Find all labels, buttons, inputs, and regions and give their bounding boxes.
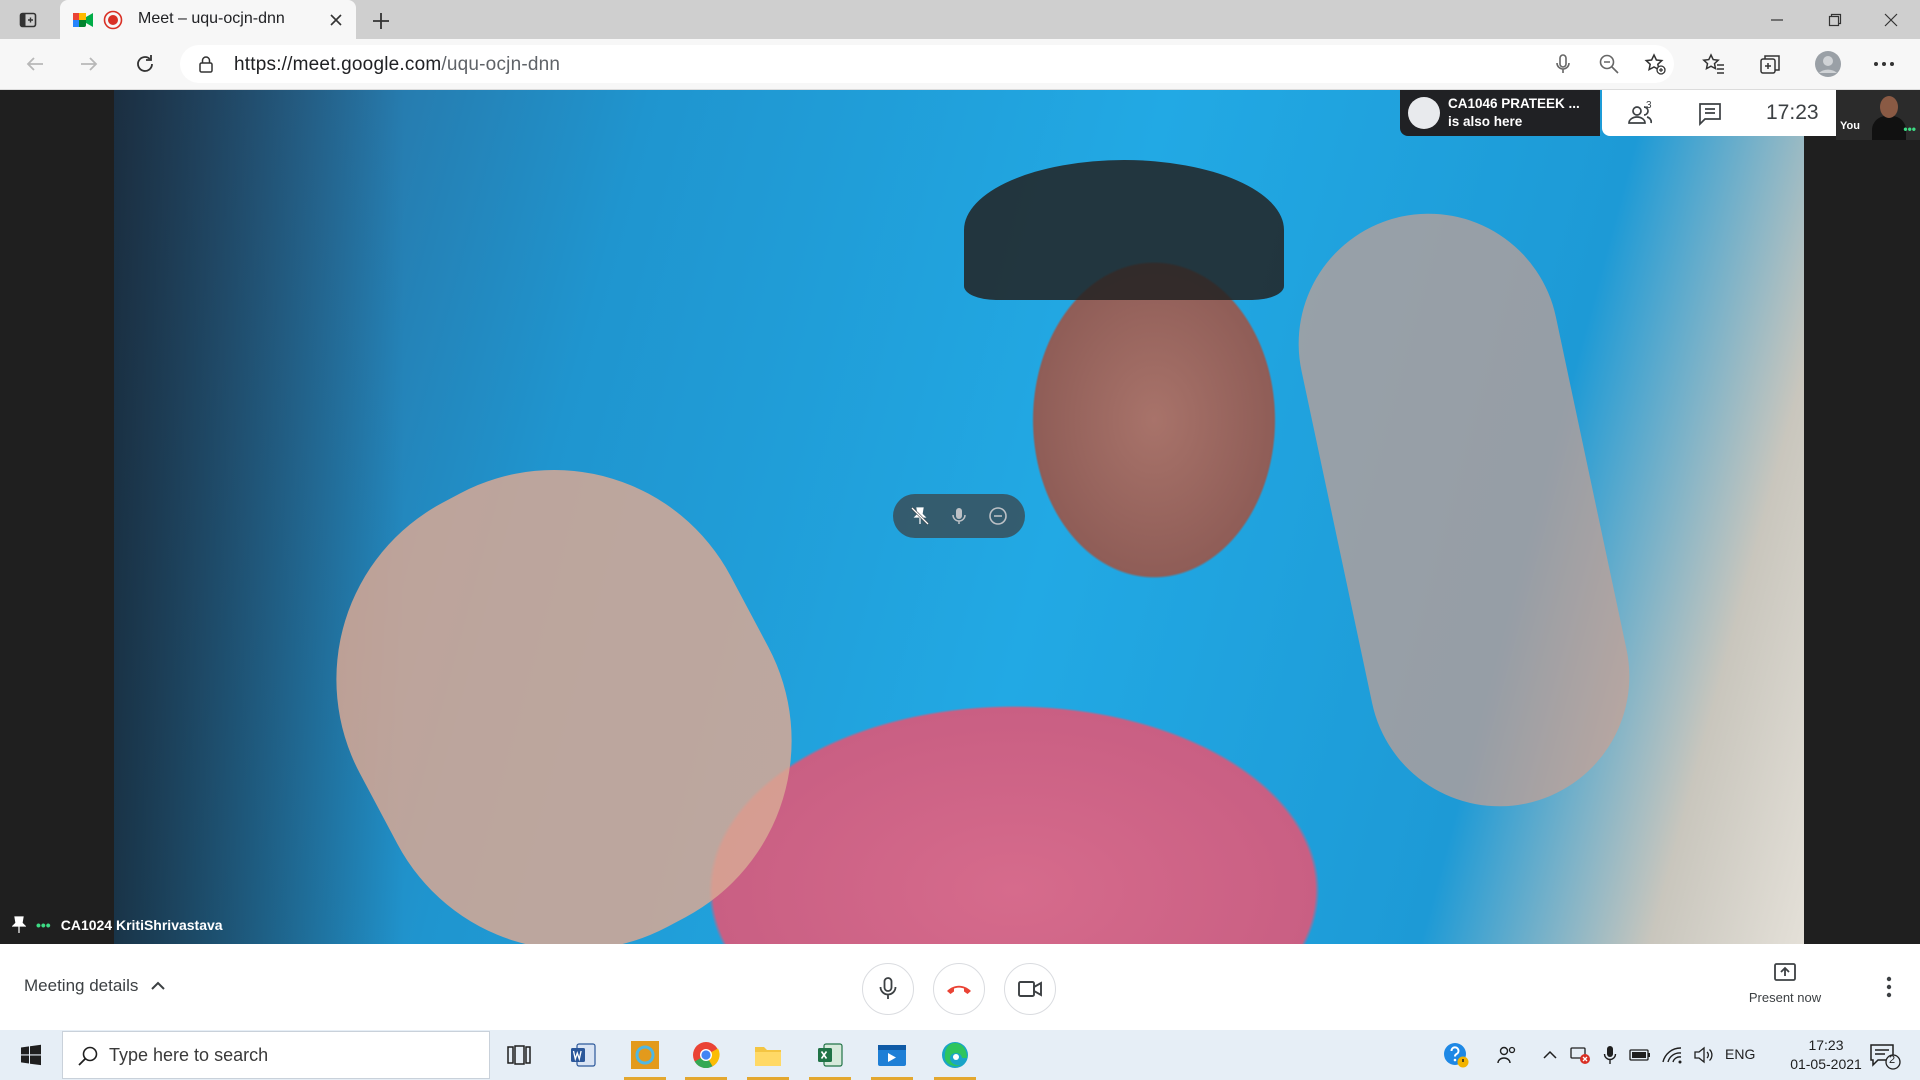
collections-icon[interactable] (1756, 50, 1784, 78)
people-pin-icon[interactable] (1492, 1030, 1522, 1080)
restore-window-icon[interactable] (1806, 0, 1864, 39)
browser-menu-icon[interactable] (1870, 50, 1898, 78)
present-now-button[interactable]: Present now (1742, 962, 1828, 1005)
action-center-icon[interactable]: 2 (1868, 1040, 1902, 1072)
close-tab-icon[interactable] (326, 10, 346, 30)
chevron-up-tray-icon[interactable] (1538, 1030, 1562, 1080)
participant-joined-toast: CA1046 PRATEEK ... is also here (1400, 90, 1600, 136)
search-placeholder: Type here to search (109, 1045, 269, 1065)
microphone-access-icon[interactable] (1552, 53, 1574, 75)
pin-icon[interactable] (909, 505, 931, 527)
chevron-up-icon (151, 981, 166, 990)
close-window-icon[interactable] (1862, 0, 1920, 39)
microphone-tray-icon[interactable] (1598, 1030, 1622, 1080)
meeting-stage: ••• CA1024 KritiShrivastava CA1046 PRATE… (0, 90, 1920, 944)
microphone-button[interactable] (862, 963, 914, 1015)
participant-name-tag: ••• CA1024 KritiShrivastava (12, 913, 223, 937)
help-icon[interactable] (1440, 1030, 1472, 1080)
forward-arrow-icon[interactable] (74, 49, 104, 79)
lock-icon[interactable] (198, 55, 214, 73)
add-favorite-star-icon[interactable] (1644, 53, 1666, 75)
tile-hover-controls (893, 494, 1025, 538)
search-icon (78, 1046, 98, 1066)
address-bar[interactable]: https://meet.google.com/uqu-ocjn-dnn (180, 45, 1674, 83)
toast-subtitle: is also here (1448, 114, 1523, 129)
tab-title: Meet – uqu-ocjn-dnn (138, 10, 285, 27)
participant-name: CA1024 KritiShrivastava (60, 917, 223, 933)
leave-call-button[interactable] (933, 963, 985, 1015)
network-error-icon[interactable] (1566, 1030, 1594, 1080)
url-text[interactable]: https://meet.google.com/uqu-ocjn-dnn (234, 54, 560, 76)
hang-up-icon (947, 985, 971, 994)
volume-icon[interactable] (1690, 1030, 1718, 1080)
meeting-details-label: Meeting details (24, 976, 139, 995)
pinned-icon (12, 916, 26, 933)
avatar (1408, 97, 1440, 129)
wifi-icon[interactable] (1658, 1030, 1686, 1080)
present-screen-icon (1774, 963, 1796, 981)
tab-actions-icon[interactable] (17, 9, 39, 31)
browser-toolbar: https://meet.google.com/uqu-ocjn-dnn (0, 39, 1920, 90)
minimize-window-icon[interactable] (1748, 0, 1806, 39)
chrome-app-icon[interactable] (677, 1030, 735, 1080)
meeting-controls-bar: Meeting details Present now (0, 944, 1920, 1030)
present-now-label: Present now (1748, 990, 1822, 1005)
camera-button[interactable] (1004, 963, 1056, 1015)
notification-count: 2 (1889, 1054, 1896, 1066)
meeting-top-bar: 3 17:23 (1602, 90, 1836, 136)
meeting-clock: 17:23 (1766, 101, 1819, 124)
recording-indicator-icon (103, 10, 123, 30)
system-time: 17:23 (1808, 1037, 1844, 1053)
edge-app-icon[interactable] (926, 1030, 984, 1080)
mute-participant-icon[interactable] (948, 505, 970, 527)
microphone-icon (879, 977, 897, 999)
windows-taskbar: Type here to search ENG 17:23 01-05-2021… (0, 1030, 1920, 1080)
system-date: 01-05-2021 (1790, 1056, 1862, 1072)
paint-app-icon[interactable] (616, 1030, 674, 1080)
taskbar-search-box[interactable]: Type here to search (62, 1031, 490, 1079)
browser-tab-strip: Meet – uqu-ocjn-dnn (0, 0, 1920, 40)
new-tab-icon[interactable] (368, 8, 394, 34)
toast-participant-name: CA1046 PRATEEK ... (1448, 96, 1580, 111)
file-explorer-icon[interactable] (739, 1030, 797, 1080)
back-arrow-icon[interactable] (20, 49, 50, 79)
browser-tab-active[interactable]: Meet – uqu-ocjn-dnn (60, 0, 356, 40)
input-language[interactable]: ENG (1725, 1046, 1755, 1062)
meeting-details-button[interactable]: Meeting details (24, 976, 166, 996)
windows-start-icon[interactable] (8, 1030, 54, 1080)
battery-icon[interactable] (1626, 1030, 1654, 1080)
camera-icon (1018, 981, 1042, 997)
zoom-out-icon[interactable] (1598, 53, 1620, 75)
profile-avatar-icon[interactable] (1814, 50, 1842, 78)
media-player-icon[interactable] (863, 1030, 921, 1080)
self-more-options[interactable]: ••• (1903, 122, 1916, 136)
self-view-tile[interactable]: You ••• (1836, 90, 1920, 140)
self-label: You (1840, 120, 1860, 132)
reload-icon[interactable] (130, 49, 160, 79)
google-meet-favicon-icon (73, 13, 93, 27)
participant-more-options[interactable]: ••• (36, 917, 51, 933)
people-count: 3 (1646, 100, 1652, 111)
more-options-icon[interactable] (1876, 974, 1902, 1000)
favorites-icon[interactable] (1700, 50, 1728, 78)
word-app-icon[interactable] (554, 1030, 612, 1080)
excel-app-icon[interactable] (801, 1030, 859, 1080)
chat-icon[interactable] (1696, 100, 1724, 128)
remove-participant-icon[interactable] (987, 505, 1009, 527)
task-view-icon[interactable] (490, 1030, 548, 1080)
system-clock[interactable]: 17:23 01-05-2021 (1782, 1036, 1870, 1074)
